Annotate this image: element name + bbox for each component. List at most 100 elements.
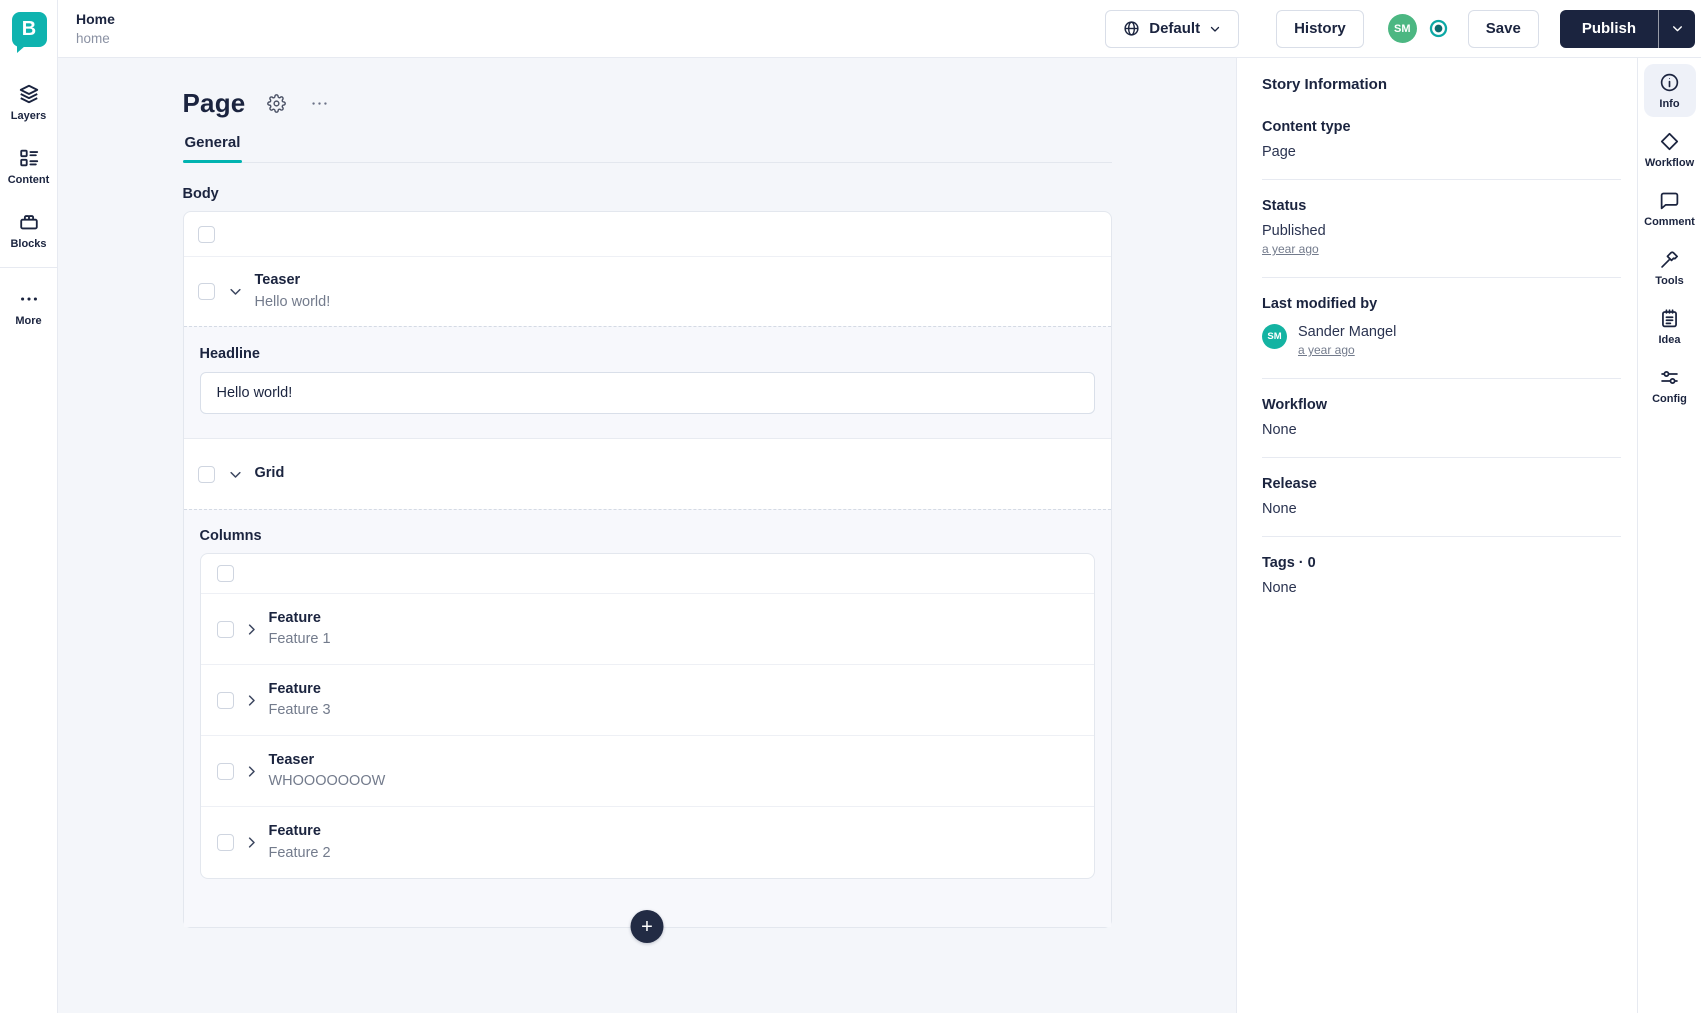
block-subtitle: WHOOOOOOOW — [268, 773, 386, 789]
headline-field-label: Headline — [199, 346, 260, 362]
chevron-right-icon[interactable] — [244, 693, 259, 708]
block-checkbox[interactable] — [197, 283, 215, 300]
page-title: Page — [182, 88, 246, 118]
tool-item-label: Idea — [1658, 334, 1681, 346]
story-title: Home — [76, 10, 115, 27]
language-selector[interactable]: Default — [1105, 9, 1240, 48]
sidebar-item-content[interactable]: Content — [3, 139, 55, 193]
presence-indicator-icon[interactable] — [1428, 18, 1449, 39]
history-button[interactable]: History — [1276, 9, 1364, 48]
block-checkbox[interactable] — [216, 620, 234, 638]
tool-item-config[interactable]: Config — [1644, 359, 1696, 412]
block-title: Teaser — [268, 751, 315, 768]
history-label: History — [1294, 20, 1346, 37]
block-checkbox[interactable] — [216, 834, 234, 851]
chevron-right-icon[interactable] — [244, 622, 259, 637]
workflow-label: Workflow — [1262, 397, 1327, 413]
block-row-feature[interactable]: Feature Feature 3 — [200, 665, 1094, 736]
block-row-teaser[interactable]: Teaser WHOOOOOOOW — [200, 736, 1094, 807]
last-modified-label: Last modified by — [1262, 296, 1378, 312]
status-time-link[interactable]: a year ago — [1262, 242, 1319, 256]
tab-general[interactable]: General — [182, 134, 243, 163]
tags-label: Tags · 0 — [1262, 555, 1316, 571]
save-button[interactable]: Save — [1467, 9, 1539, 48]
chevron-down-icon[interactable] — [228, 284, 243, 299]
block-checkbox[interactable] — [197, 465, 215, 483]
release-value: None — [1262, 501, 1297, 517]
tool-item-idea[interactable]: Idea — [1644, 300, 1696, 353]
publish-button[interactable]: Publish — [1559, 9, 1658, 48]
sidebar-item-blocks[interactable]: Blocks — [3, 203, 55, 257]
schema-settings-button[interactable] — [265, 92, 288, 115]
block-title: Feature — [268, 680, 321, 697]
block-title: Teaser — [254, 272, 301, 289]
save-label: Save — [1485, 20, 1521, 37]
add-block-button[interactable]: + — [630, 910, 664, 943]
grid-expanded-section: Columns Feature Feature 1 Feature Featur… — [183, 509, 1111, 927]
block-row-feature[interactable]: Feature Feature 1 — [200, 594, 1094, 665]
workflow-diamond-icon — [1659, 131, 1680, 152]
publish-split-button: Publish — [1559, 9, 1695, 48]
panel-divider — [1262, 277, 1621, 278]
ellipsis-icon — [310, 94, 329, 113]
tool-item-info[interactable]: Info — [1643, 64, 1696, 117]
content-type-label: Content type — [1262, 119, 1351, 135]
publish-options-button[interactable] — [1658, 9, 1695, 48]
sidebar-item-label: Layers — [10, 110, 47, 122]
block-subtitle: Hello world! — [254, 293, 331, 310]
columns-field-label: Columns — [199, 528, 262, 544]
select-all-checkbox[interactable] — [197, 225, 215, 243]
tool-item-comment[interactable]: Comment — [1644, 182, 1696, 235]
language-label: Default — [1149, 20, 1201, 37]
block-row-feature[interactable]: Feature Feature 2 — [201, 807, 1094, 878]
chevron-down-icon — [1671, 22, 1684, 35]
headline-input[interactable] — [199, 372, 1095, 414]
chevron-down-icon[interactable] — [228, 467, 243, 482]
editor-canvas: Page General Body Teaser Hello world! He… — [58, 58, 1236, 1013]
sidebar-item-more[interactable]: More — [3, 280, 55, 334]
select-all-checkbox[interactable] — [216, 565, 234, 582]
block-checkbox[interactable] — [216, 691, 234, 709]
sidebar-item-label: More — [15, 315, 42, 327]
chevron-right-icon[interactable] — [244, 835, 259, 850]
block-subtitle: Feature 3 — [268, 702, 331, 718]
sidebar-item-layers[interactable]: Layers — [3, 75, 55, 129]
modified-time-link[interactable]: a year ago — [1298, 343, 1355, 357]
block-row-teaser[interactable]: Teaser Hello world! — [184, 257, 1111, 326]
block-subtitle: Feature 1 — [268, 631, 331, 647]
block-title: Grid — [254, 465, 285, 482]
tool-item-label: Tools — [1655, 275, 1684, 287]
left-sidebar: Layers Content Blocks More — [0, 0, 58, 1013]
breadcrumb: Home home — [76, 9, 115, 49]
tags-value: None — [1262, 580, 1297, 596]
hammer-icon — [1659, 249, 1680, 270]
page-options-button[interactable] — [308, 92, 331, 115]
tool-item-label: Config — [1652, 393, 1687, 405]
block-checkbox[interactable] — [216, 762, 234, 780]
block-title: Feature — [268, 823, 321, 840]
editor-tabs: General — [182, 134, 1112, 163]
gear-icon — [267, 94, 287, 113]
sliders-icon — [1659, 367, 1680, 388]
select-all-row — [183, 212, 1111, 257]
tool-item-tools[interactable]: Tools — [1644, 241, 1696, 294]
info-icon — [1659, 72, 1680, 93]
chevron-right-icon[interactable] — [244, 764, 259, 779]
panel-divider — [1262, 378, 1621, 379]
modified-by-avatar[interactable]: SM — [1262, 324, 1287, 349]
release-label: Release — [1262, 476, 1317, 492]
tool-item-workflow[interactable]: Workflow — [1644, 123, 1696, 176]
storyblok-logo[interactable]: B — [0, 0, 58, 58]
sidebar-divider — [0, 267, 57, 268]
block-row-grid[interactable]: Grid — [184, 439, 1111, 509]
more-icon — [18, 288, 40, 310]
story-slug: home — [76, 30, 110, 46]
comment-bubble-icon — [1659, 190, 1680, 211]
body-blocks-card: Teaser Hello world! Headline Gr — [182, 211, 1112, 943]
sidebar-item-label: Blocks — [10, 238, 47, 250]
workflow-value: None — [1262, 422, 1297, 438]
tool-item-label: Comment — [1644, 216, 1695, 228]
user-avatar[interactable]: SM — [1387, 14, 1417, 43]
block-title: Feature — [268, 609, 321, 626]
select-all-row — [200, 554, 1094, 594]
